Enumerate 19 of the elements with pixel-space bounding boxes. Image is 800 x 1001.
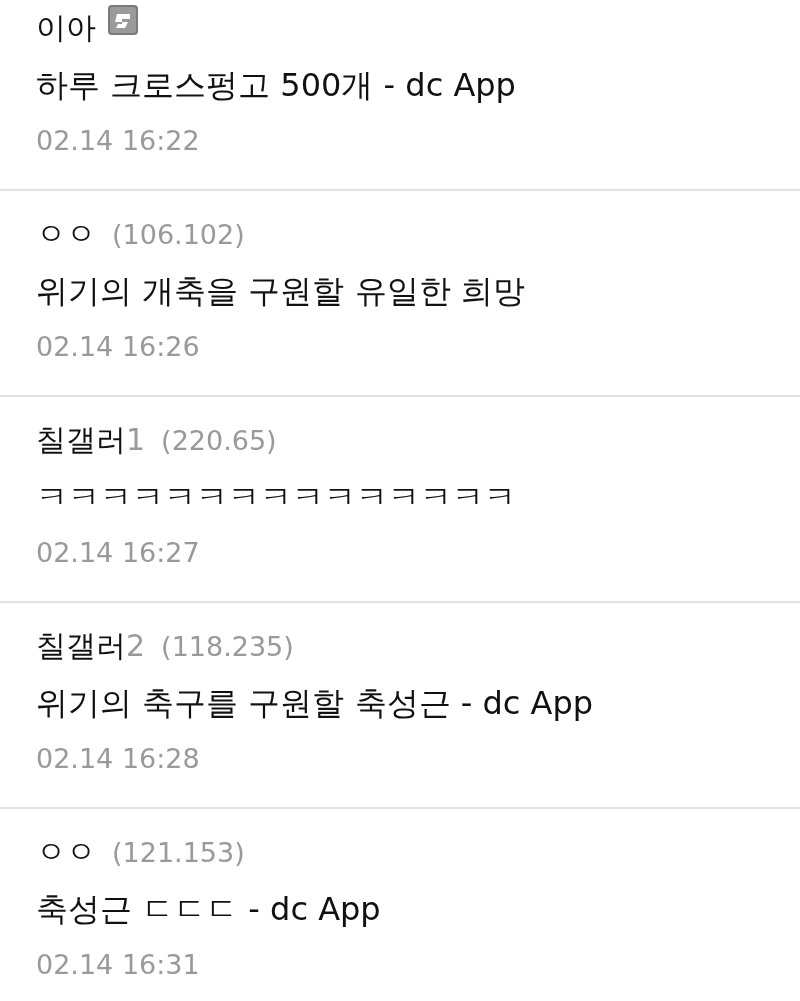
nickname[interactable]: 칠갤러2 — [36, 625, 146, 667]
nickname[interactable]: ㅇㅇ — [36, 213, 96, 255]
comment-text: 하루 크로스펑고 500개 - dc App — [36, 65, 517, 106]
comment-time: 02.14 16:28 — [36, 741, 201, 776]
comment-time: 02.14 16:22 — [36, 123, 201, 158]
ip-address: (121.153) — [112, 836, 245, 868]
ip-address: (106.102) — [112, 218, 245, 250]
comment-text: 축성근 ㄷㄷㄷ - dc App — [36, 889, 382, 930]
comment-text: 위기의 개축을 구원할 유일한 희망 — [36, 271, 526, 312]
comment-time: 02.14 16:31 — [36, 947, 201, 982]
comment-time: 02.14 16:27 — [36, 535, 201, 570]
comment-text: 위기의 축구를 구원할 축성근 - dc App — [36, 683, 594, 724]
ip-address: (220.65) — [161, 424, 277, 456]
comment-time: 02.14 16:26 — [36, 329, 201, 364]
nickname[interactable]: 칠갤러 1 — [36, 419, 146, 461]
nickname[interactable]: 이아 — [36, 7, 96, 49]
nickname[interactable]: ㅇㅇ — [36, 831, 96, 873]
comment-text: ㅋㅋㅋㅋㅋㅋㅋㅋㅋㅋㅋㅋㅋㅋㅋ — [36, 477, 517, 518]
ip-address: (118.235) — [161, 630, 294, 662]
